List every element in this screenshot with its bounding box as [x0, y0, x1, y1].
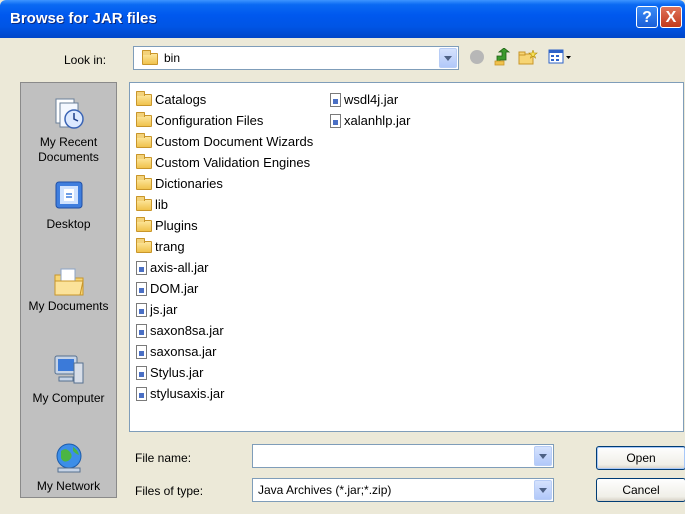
my-network-icon — [52, 441, 86, 475]
file-list[interactable]: Catalogs Configuration Files Custom Docume… — [129, 82, 684, 432]
jar-file-icon — [136, 344, 147, 359]
jar-file-icon — [136, 260, 147, 275]
item-name: DOM.jar — [150, 281, 199, 296]
chevron-down-icon[interactable] — [534, 446, 552, 466]
item-name: lib — [155, 197, 169, 212]
folder-icon — [136, 153, 152, 169]
folder-item[interactable]: Custom Validation Engines — [136, 152, 313, 173]
lookin-value: bin — [164, 51, 181, 65]
my-documents-icon — [52, 265, 86, 299]
jar-file-icon — [136, 365, 147, 380]
file-column-1: Catalogs Configuration Files Custom Docume… — [136, 89, 313, 404]
place-label: Desktop — [46, 217, 91, 231]
file-column-2: wsdl4j.jar xalanhlp.jar — [330, 89, 411, 131]
jar-file-icon — [136, 323, 147, 338]
filetype-value: Java Archives (*.jar;*.zip) — [258, 483, 392, 497]
file-item[interactable]: wsdl4j.jar — [330, 89, 411, 110]
lookin-label: Look in: — [64, 53, 107, 67]
folder-icon — [136, 195, 152, 211]
folder-icon — [136, 216, 152, 232]
jar-file-icon — [330, 92, 341, 107]
place-my-network[interactable]: My Network — [21, 441, 116, 494]
window-title: Browse for JAR files — [10, 10, 157, 27]
up-folder-icon[interactable] — [494, 47, 511, 66]
place-desktop[interactable]: Desktop — [21, 179, 116, 232]
file-item[interactable]: saxonsa.jar — [136, 341, 313, 362]
filename-label: File name: — [135, 451, 192, 465]
item-name: Dictionaries — [155, 176, 223, 191]
lookin-dropdown[interactable]: bin — [133, 46, 459, 70]
recent-documents-icon — [52, 97, 86, 131]
desktop-icon — [52, 179, 86, 213]
folder-icon — [136, 111, 152, 127]
file-item[interactable]: DOM.jar — [136, 278, 313, 299]
folder-icon — [136, 132, 152, 148]
item-name: Custom Validation Engines — [155, 155, 311, 170]
folder-icon — [136, 90, 152, 106]
chevron-down-icon[interactable] — [439, 48, 457, 68]
jar-file-icon — [330, 113, 341, 128]
place-recent-documents[interactable]: My Recent Documents — [21, 97, 116, 165]
jar-file-icon — [136, 302, 147, 317]
place-label: My Computer — [32, 391, 105, 405]
item-name: trang — [155, 239, 185, 254]
title-bar[interactable]: Browse for JAR files ? X — [0, 0, 685, 38]
filename-input[interactable] — [252, 444, 554, 468]
folder-item[interactable]: Plugins — [136, 215, 313, 236]
jar-file-icon — [136, 281, 147, 296]
filetype-label: Files of type: — [135, 484, 204, 498]
item-name: axis-all.jar — [150, 260, 209, 275]
browse-dialog: Browse for JAR files ? X Look in: bin My… — [0, 0, 685, 514]
file-item[interactable]: axis-all.jar — [136, 257, 313, 278]
folder-item[interactable]: lib — [136, 194, 313, 215]
views-menu-icon[interactable] — [548, 49, 574, 65]
close-button[interactable]: X — [660, 6, 682, 28]
item-name: saxon8sa.jar — [150, 323, 224, 338]
file-item[interactable]: saxon8sa.jar — [136, 320, 313, 341]
places-bar: My Recent Documents Desktop My Documents… — [20, 82, 117, 498]
place-my-documents[interactable]: My Documents — [21, 265, 116, 314]
item-name: Custom Document Wizards — [155, 134, 314, 149]
file-item[interactable]: js.jar — [136, 299, 313, 320]
folder-icon — [142, 50, 158, 65]
item-name: stylusaxis.jar — [150, 386, 225, 401]
chevron-down-icon[interactable] — [534, 480, 552, 500]
place-label: My Network — [36, 479, 101, 493]
item-name: Plugins — [155, 218, 198, 233]
file-item[interactable]: stylusaxis.jar — [136, 383, 313, 404]
open-button[interactable]: Open — [596, 446, 685, 470]
place-label: My Recent Documents — [38, 135, 99, 164]
folder-item[interactable]: Custom Document Wizards — [136, 131, 313, 152]
folder-item[interactable]: Catalogs — [136, 89, 313, 110]
folder-icon — [136, 237, 152, 253]
filetype-dropdown[interactable]: Java Archives (*.jar;*.zip) — [252, 478, 554, 502]
folder-item[interactable]: trang — [136, 236, 313, 257]
file-item[interactable]: xalanhlp.jar — [330, 110, 411, 131]
jar-file-icon — [136, 386, 147, 401]
place-label: My Documents — [28, 299, 109, 313]
item-name: saxonsa.jar — [150, 344, 217, 359]
item-name: wsdl4j.jar — [344, 92, 399, 107]
cancel-button[interactable]: Cancel — [596, 478, 685, 502]
back-icon[interactable] — [470, 50, 484, 64]
item-name: js.jar — [150, 302, 178, 317]
item-name: Stylus.jar — [150, 365, 204, 380]
folder-icon — [136, 174, 152, 190]
folder-item[interactable]: Dictionaries — [136, 173, 313, 194]
item-name: Catalogs — [155, 92, 207, 107]
item-name: xalanhlp.jar — [344, 113, 411, 128]
item-name: Configuration Files — [155, 113, 264, 128]
folder-item[interactable]: Configuration Files — [136, 110, 313, 131]
help-button[interactable]: ? — [636, 6, 658, 28]
new-folder-icon[interactable] — [518, 49, 538, 65]
place-my-computer[interactable]: My Computer — [21, 353, 116, 406]
my-computer-icon — [52, 353, 86, 387]
file-item[interactable]: Stylus.jar — [136, 362, 313, 383]
